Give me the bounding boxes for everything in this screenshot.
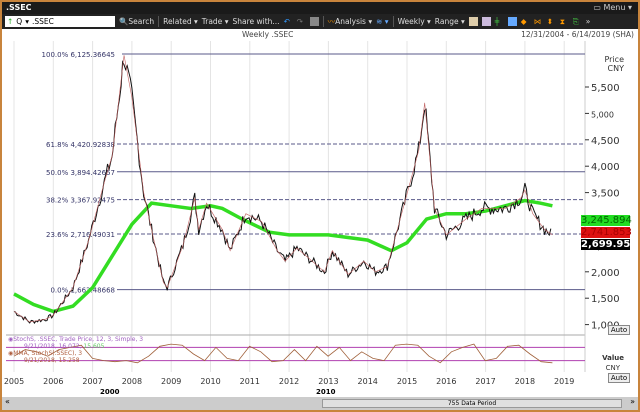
fib-label: 0.0% 1,663.48668 bbox=[50, 287, 115, 295]
zoom-v-icon[interactable]: ⬍ bbox=[547, 17, 556, 26]
hourglass-icon[interactable]: ⧗ bbox=[560, 17, 569, 26]
analysis-icon: 〰 bbox=[327, 17, 336, 26]
stoch-legend: ◉StochS, .SSEC, Trade Price, 12, 3, Simp… bbox=[8, 336, 143, 364]
price-axis-currency: CNY bbox=[607, 64, 624, 73]
y-tick-label: 1,500 bbox=[591, 294, 620, 305]
price-axis-title: Price bbox=[604, 55, 624, 64]
share-menu[interactable]: Share with... bbox=[232, 17, 279, 26]
y-tick-label: 5,000 bbox=[591, 110, 614, 119]
decade-label: 2010 bbox=[316, 388, 336, 396]
x-tick-label: 2005 bbox=[4, 377, 24, 386]
y-tick-label: 3,500 bbox=[591, 189, 620, 200]
x-tick-label: 2012 bbox=[279, 377, 299, 386]
x-tick-label: 2008 bbox=[122, 377, 142, 386]
export-icon[interactable]: ⎘ bbox=[573, 17, 582, 26]
interval-menu[interactable]: Weekly ▾ bbox=[398, 17, 431, 26]
x-tick-label: 2013 bbox=[318, 377, 338, 386]
toolbar: ↑ Q ▾ .SSEC 🔍Search Related ▾ Trade ▾ Share… bbox=[2, 14, 638, 29]
stoch-legend-1-value2: 15.605 bbox=[83, 343, 105, 350]
menu-button[interactable]: ▭ Menu ▾ bbox=[593, 3, 632, 12]
price-tag: 2,699.95 bbox=[581, 239, 631, 250]
fib-label: 23.6% 2,716.49031 bbox=[46, 231, 115, 239]
search-button[interactable]: 🔍Search bbox=[119, 17, 154, 26]
quote-type[interactable]: Q bbox=[16, 17, 22, 26]
price-tag: 3,245.894 bbox=[581, 215, 632, 226]
more-icon[interactable]: » bbox=[586, 17, 591, 26]
x-tick-label: 2015 bbox=[397, 377, 417, 386]
zoom-h-icon[interactable]: ◆ bbox=[521, 17, 530, 26]
zoom-fit-icon[interactable]: ⋈ bbox=[534, 17, 543, 26]
scroll-left-icon[interactable]: « bbox=[5, 397, 10, 406]
x-tick-label: 2007 bbox=[82, 377, 102, 386]
range-menu[interactable]: Range ▾ bbox=[435, 17, 465, 26]
title-bar: .SSEC ▭ Menu ▾ bbox=[2, 2, 638, 14]
decade-label: 2000 bbox=[100, 388, 120, 396]
folder-icon[interactable] bbox=[309, 17, 319, 26]
x-tick-label: 2010 bbox=[200, 377, 220, 386]
data-period-label: 755 Data Period bbox=[447, 400, 497, 407]
x-tick-label: 2009 bbox=[161, 377, 181, 386]
analysis-menu[interactable]: 〰Analysis ▾ bbox=[328, 16, 373, 27]
y-tick-label: 4,500 bbox=[591, 136, 620, 147]
stoch-legend-1: StochS, .SSEC, Trade Price, 12, 3, Simpl… bbox=[13, 336, 144, 343]
x-tick-label: 2011 bbox=[240, 377, 260, 386]
layout-icon[interactable] bbox=[507, 17, 517, 26]
stoch-axis-title: Value bbox=[602, 354, 624, 362]
related-menu[interactable]: Related ▾ bbox=[163, 17, 198, 26]
x-tick-label: 2014 bbox=[358, 377, 378, 386]
x-tick-label: 2019 bbox=[554, 377, 574, 386]
chart-area[interactable]: Weekly .SSEC 12/31/2004 - 6/14/2019 (SHA… bbox=[2, 29, 638, 397]
redo-icon[interactable]: ↷ bbox=[297, 17, 306, 26]
stoch-auto-button[interactable]: Auto bbox=[608, 373, 630, 383]
fib-label: 38.2% 3,367.92475 bbox=[46, 197, 115, 205]
trade-menu[interactable]: Trade ▾ bbox=[202, 17, 229, 26]
fib-label: 50.0% 3,894.42657 bbox=[46, 169, 115, 177]
scroll-thumb[interactable]: 755 Data Period bbox=[322, 399, 622, 408]
dropdown-icon[interactable]: ▾ bbox=[25, 17, 29, 26]
date-range: 12/31/2004 - 6/14/2019 (SHA) bbox=[521, 30, 634, 39]
x-tick-label: 2018 bbox=[515, 377, 535, 386]
x-tick-label: 2017 bbox=[475, 377, 495, 386]
chart-type-icon[interactable] bbox=[468, 17, 478, 26]
menu-label: Menu bbox=[603, 3, 626, 12]
price-tag: 2,741.853 bbox=[581, 227, 632, 238]
x-tick-label: 2006 bbox=[43, 377, 63, 386]
y-tick-label: 5,500 bbox=[591, 83, 620, 94]
scroll-right-icon[interactable]: » bbox=[630, 397, 635, 406]
stoch-legend-1-values: 9/21/2018, 16.072, bbox=[24, 343, 82, 350]
stoch-legend-2: MMA, StochS(.SSEC), 3 bbox=[13, 350, 83, 357]
symbol-input[interactable]: ↑ Q ▾ .SSEC bbox=[5, 16, 115, 27]
price-auto-button[interactable]: Auto bbox=[608, 325, 630, 335]
fib-label: 61.8% 4,420.92838 bbox=[46, 141, 115, 149]
studies-icon[interactable]: ≋ ▾ bbox=[376, 17, 388, 26]
stoch-axis-currency: CNY bbox=[605, 364, 620, 372]
window-title: .SSEC bbox=[6, 3, 32, 12]
fib-label: 100.0% 6,125.36645 bbox=[42, 51, 115, 59]
up-arrow-icon: ↑ bbox=[7, 17, 14, 26]
stoch-legend-2-values: 9/21/2018, 15.258 bbox=[24, 357, 80, 364]
footer-scrollbar[interactable]: « 755 Data Period » bbox=[2, 397, 638, 410]
y-tick-label: 2,000 bbox=[591, 268, 620, 279]
crosshair-icon[interactable]: ╪ bbox=[495, 17, 504, 26]
y-tick-label: 4,000 bbox=[591, 162, 620, 173]
chart-style-icon[interactable] bbox=[481, 17, 491, 26]
symbol-value: .SSEC bbox=[31, 17, 54, 26]
x-tick-label: 2016 bbox=[436, 377, 456, 386]
chart-title: Weekly .SSEC bbox=[242, 30, 294, 39]
undo-icon[interactable]: ↶ bbox=[284, 17, 293, 26]
app-window: .SSEC ▭ Menu ▾ ↑ Q ▾ .SSEC 🔍Search Related … bbox=[2, 2, 638, 410]
